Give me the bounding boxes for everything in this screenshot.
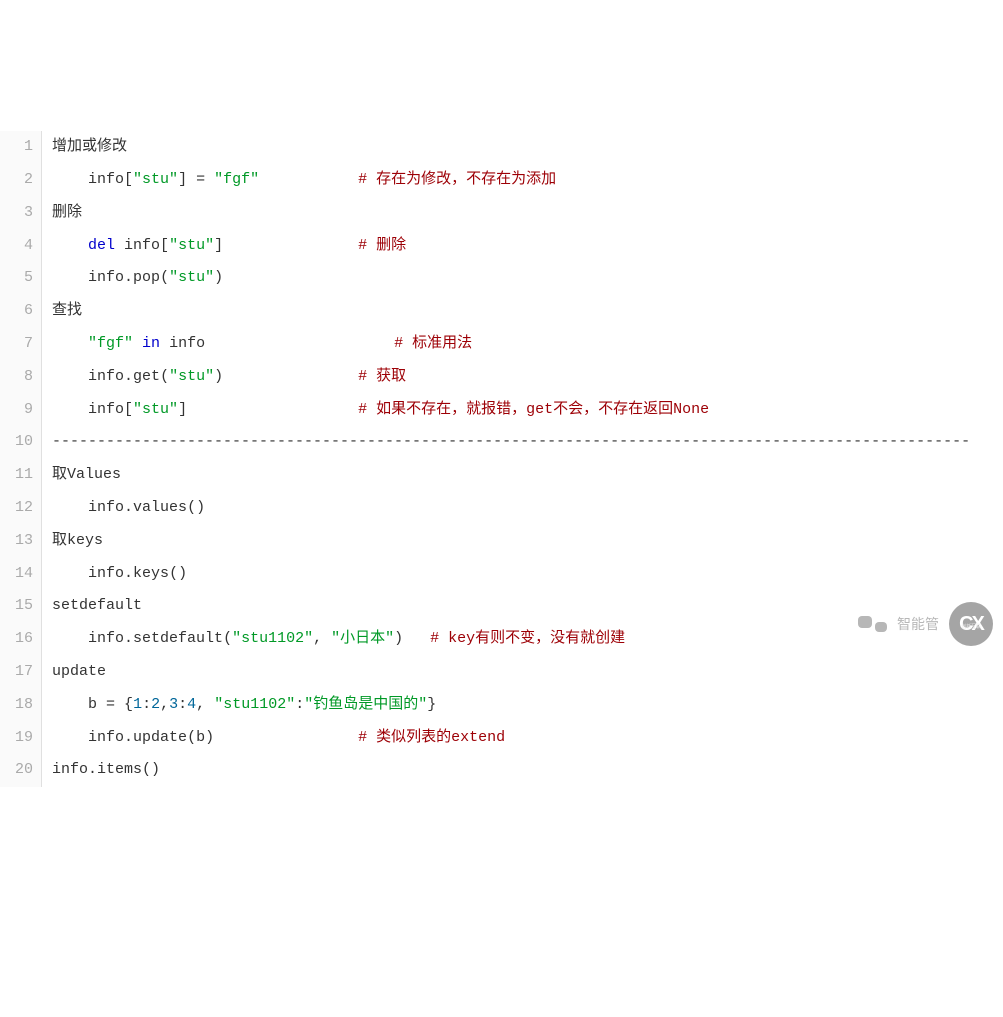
line-number: 2 bbox=[0, 164, 33, 197]
code-line: info["stu"] = "fgf" # 存在为修改，不存在为添加 bbox=[52, 164, 1003, 197]
code-line: 删除 bbox=[52, 197, 1003, 230]
code-block: 1234567891011121314151617181920 增加或修改 in… bbox=[0, 131, 1003, 787]
line-number: 9 bbox=[0, 394, 33, 427]
line-number: 14 bbox=[0, 558, 33, 591]
code-line: b = {1:2,3:4, "stu1102":"钓鱼岛是中国的"} bbox=[52, 689, 1003, 722]
watermark: 智能管 CX 创新互联 bbox=[858, 602, 993, 646]
code-line: info.values() bbox=[52, 492, 1003, 525]
code-content: 增加或修改 info["stu"] = "fgf" # 存在为修改，不存在为添加… bbox=[42, 131, 1003, 787]
code-line: 取keys bbox=[52, 525, 1003, 558]
code-line: "fgf" in info # 标准用法 bbox=[52, 328, 1003, 361]
line-number-gutter: 1234567891011121314151617181920 bbox=[0, 131, 42, 787]
line-number: 3 bbox=[0, 197, 33, 230]
code-line: 查找 bbox=[52, 295, 1003, 328]
line-number: 15 bbox=[0, 590, 33, 623]
code-line: del info["stu"] # 删除 bbox=[52, 230, 1003, 263]
line-number: 5 bbox=[0, 262, 33, 295]
code-line: info["stu"] # 如果不存在，就报错，get不会，不存在返回None bbox=[52, 394, 1003, 427]
line-number: 6 bbox=[0, 295, 33, 328]
code-line: 取Values bbox=[52, 459, 1003, 492]
line-number: 8 bbox=[0, 361, 33, 394]
line-number: 11 bbox=[0, 459, 33, 492]
line-number: 17 bbox=[0, 656, 33, 689]
code-line: info.update(b) # 类似列表的extend bbox=[52, 722, 1003, 755]
code-line: info.items() bbox=[52, 754, 1003, 787]
code-line: update bbox=[52, 656, 1003, 689]
code-line: info.pop("stu") bbox=[52, 262, 1003, 295]
line-number: 4 bbox=[0, 230, 33, 263]
line-number: 19 bbox=[0, 722, 33, 755]
code-line: info.keys() bbox=[52, 558, 1003, 591]
line-number: 1 bbox=[0, 131, 33, 164]
code-line: ----------------------------------------… bbox=[52, 426, 1003, 459]
code-line: 增加或修改 bbox=[52, 131, 1003, 164]
cx-logo: CX 创新互联 bbox=[949, 602, 993, 646]
line-number: 16 bbox=[0, 623, 33, 656]
wechat-icon bbox=[858, 616, 887, 632]
line-number: 20 bbox=[0, 754, 33, 787]
code-line: info.get("stu") # 获取 bbox=[52, 361, 1003, 394]
line-number: 10 bbox=[0, 426, 33, 459]
line-number: 12 bbox=[0, 492, 33, 525]
line-number: 13 bbox=[0, 525, 33, 558]
watermark-text: 智能管 bbox=[897, 608, 939, 641]
line-number: 18 bbox=[0, 689, 33, 722]
line-number: 7 bbox=[0, 328, 33, 361]
